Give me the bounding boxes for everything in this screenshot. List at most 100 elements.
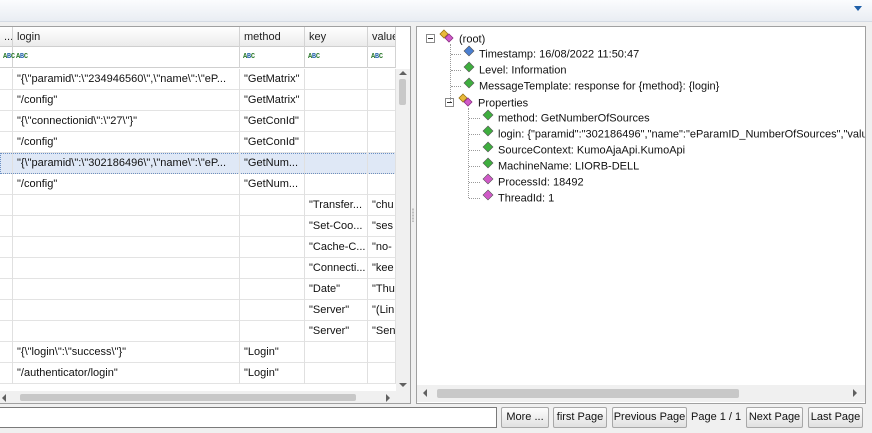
tree-node-property[interactable]: ThreadId: 1 bbox=[482, 189, 554, 206]
value-cell[interactable]: "Sen bbox=[368, 321, 396, 342]
method-cell[interactable] bbox=[240, 279, 305, 300]
login-cell[interactable]: "{\"paramid\":\"302186496\",\"name\":\"e… bbox=[13, 153, 240, 174]
column-filter-cell[interactable]: ABC bbox=[13, 47, 240, 68]
row-indicator-cell[interactable] bbox=[0, 174, 13, 195]
method-cell[interactable] bbox=[240, 321, 305, 342]
value-cell[interactable]: "Thu bbox=[368, 279, 396, 300]
column-header-first[interactable]: ... bbox=[0, 27, 13, 47]
key-cell[interactable] bbox=[305, 132, 368, 153]
row-indicator-cell[interactable] bbox=[0, 342, 13, 363]
tree-node-field[interactable]: MessageTemplate: response for {method}: … bbox=[463, 77, 719, 94]
tree-node-property[interactable]: method: GetNumberOfSources bbox=[482, 109, 650, 126]
key-cell[interactable] bbox=[305, 174, 368, 195]
grid-horizontal-scrollbar[interactable] bbox=[0, 391, 396, 403]
first-page-button[interactable]: first Page bbox=[553, 407, 607, 428]
key-cell[interactable]: "Date" bbox=[305, 279, 368, 300]
value-cell[interactable] bbox=[368, 174, 396, 195]
column-filter-cell[interactable]: ABC bbox=[240, 47, 305, 68]
login-cell[interactable] bbox=[13, 321, 240, 342]
tree-node-property[interactable]: MachineName: LIORB-DELL bbox=[482, 157, 639, 174]
login-cell[interactable]: "{\"login\":\"success\"}" bbox=[13, 342, 240, 363]
column-header-value[interactable]: value bbox=[368, 27, 396, 47]
column-filter-cell[interactable]: ABC bbox=[305, 47, 368, 68]
method-cell[interactable]: "GetConId" bbox=[240, 132, 305, 153]
column-header-method[interactable]: method bbox=[240, 27, 305, 47]
value-cell[interactable] bbox=[368, 111, 396, 132]
login-cell[interactable]: "{\"connectionid\":\"27\"}" bbox=[13, 111, 240, 132]
key-cell[interactable]: "Transfer... bbox=[305, 195, 368, 216]
row-indicator-cell[interactable] bbox=[0, 111, 13, 132]
method-cell[interactable] bbox=[240, 195, 305, 216]
method-cell[interactable] bbox=[240, 258, 305, 279]
row-indicator-cell[interactable] bbox=[0, 216, 13, 237]
key-cell[interactable] bbox=[305, 342, 368, 363]
table-row[interactable]: "{\"login\":\"success\"}" "Login" bbox=[0, 342, 396, 363]
table-row[interactable]: "{\"connectionid\":\"27\"}" "GetConId" bbox=[0, 111, 396, 132]
row-indicator-cell[interactable] bbox=[0, 237, 13, 258]
row-indicator-cell[interactable] bbox=[0, 153, 13, 174]
table-row[interactable]: "Cache-C... "no- bbox=[0, 237, 396, 258]
row-indicator-cell[interactable] bbox=[0, 69, 13, 90]
table-row[interactable]: "Server" "(Lin bbox=[0, 300, 396, 321]
key-cell[interactable]: "Server" bbox=[305, 321, 368, 342]
scroll-left-icon[interactable] bbox=[2, 394, 6, 402]
key-cell[interactable]: "Set-Coo... bbox=[305, 216, 368, 237]
tree-node-field[interactable]: Level: Information bbox=[463, 61, 566, 78]
key-cell[interactable] bbox=[305, 363, 368, 384]
login-cell[interactable]: "{\"paramid\":\"234946560\",\"name\":\"e… bbox=[13, 69, 240, 90]
value-cell[interactable]: "chu bbox=[368, 195, 396, 216]
method-cell[interactable] bbox=[240, 237, 305, 258]
value-cell[interactable]: "(Lin bbox=[368, 300, 396, 321]
key-cell[interactable]: "Server" bbox=[305, 300, 368, 321]
table-row[interactable]: "Set-Coo... "ses bbox=[0, 216, 396, 237]
table-row[interactable]: "/config" "GetConId" bbox=[0, 132, 396, 153]
search-input[interactable] bbox=[0, 407, 497, 428]
method-cell[interactable] bbox=[240, 216, 305, 237]
row-indicator-cell[interactable] bbox=[0, 300, 13, 321]
value-cell[interactable] bbox=[368, 363, 396, 384]
key-cell[interactable] bbox=[305, 69, 368, 90]
key-cell[interactable] bbox=[305, 153, 368, 174]
tree-node-property[interactable]: login: {"paramid":"302186496","name":"eP… bbox=[482, 125, 865, 142]
scroll-right-icon[interactable] bbox=[853, 389, 857, 397]
table-row[interactable]: "Connecti... "kee bbox=[0, 258, 396, 279]
scroll-down-icon[interactable] bbox=[399, 383, 407, 387]
row-indicator-cell[interactable] bbox=[0, 195, 13, 216]
tree-horizontal-scrollbar[interactable] bbox=[417, 385, 865, 402]
scroll-up-icon[interactable] bbox=[399, 71, 407, 75]
login-cell[interactable] bbox=[13, 195, 240, 216]
login-cell[interactable] bbox=[13, 237, 240, 258]
tree-horizontal-scroll-thumb[interactable] bbox=[437, 389, 739, 398]
root-collapse-icon[interactable] bbox=[426, 34, 435, 43]
login-cell[interactable]: "/authenticator/login" bbox=[13, 363, 240, 384]
key-cell[interactable]: "Cache-C... bbox=[305, 237, 368, 258]
method-cell[interactable]: "GetNum... bbox=[240, 174, 305, 195]
more-button[interactable]: More ... bbox=[501, 407, 549, 428]
row-indicator-cell[interactable] bbox=[0, 258, 13, 279]
table-row[interactable]: "{\"paramid\":\"302186496\",\"name\":\"e… bbox=[0, 153, 396, 174]
method-cell[interactable] bbox=[240, 300, 305, 321]
method-cell[interactable]: "GetNum... bbox=[240, 153, 305, 174]
grid-horizontal-scroll-thumb[interactable] bbox=[20, 394, 356, 401]
login-cell[interactable]: "/config" bbox=[13, 90, 240, 111]
row-indicator-cell[interactable] bbox=[0, 90, 13, 111]
row-indicator-cell[interactable] bbox=[0, 132, 13, 153]
login-cell[interactable] bbox=[13, 216, 240, 237]
login-cell[interactable]: "/config" bbox=[13, 132, 240, 153]
row-indicator-cell[interactable] bbox=[0, 363, 13, 384]
grid-vertical-scroll-thumb[interactable] bbox=[399, 79, 406, 105]
login-cell[interactable] bbox=[13, 279, 240, 300]
key-cell[interactable]: "Connecti... bbox=[305, 258, 368, 279]
table-row[interactable]: "{\"paramid\":\"234946560\",\"name\":\"e… bbox=[0, 69, 396, 90]
tree-node-property[interactable]: SourceContext: KumoAjaApi.KumoApi bbox=[482, 141, 685, 158]
value-cell[interactable] bbox=[368, 153, 396, 174]
tree-node-property[interactable]: ProcessId: 18492 bbox=[482, 173, 584, 190]
table-row[interactable]: "/config" "GetNum... bbox=[0, 174, 396, 195]
column-filter-cell[interactable]: ABC bbox=[368, 47, 396, 68]
method-cell[interactable]: "GetMatrix" bbox=[240, 69, 305, 90]
column-header-login[interactable]: login bbox=[13, 27, 240, 47]
value-cell[interactable] bbox=[368, 90, 396, 111]
column-filter-cell[interactable]: ABC bbox=[0, 47, 15, 68]
row-indicator-cell[interactable] bbox=[0, 279, 13, 300]
last-page-button[interactable]: Last Page bbox=[808, 407, 863, 428]
